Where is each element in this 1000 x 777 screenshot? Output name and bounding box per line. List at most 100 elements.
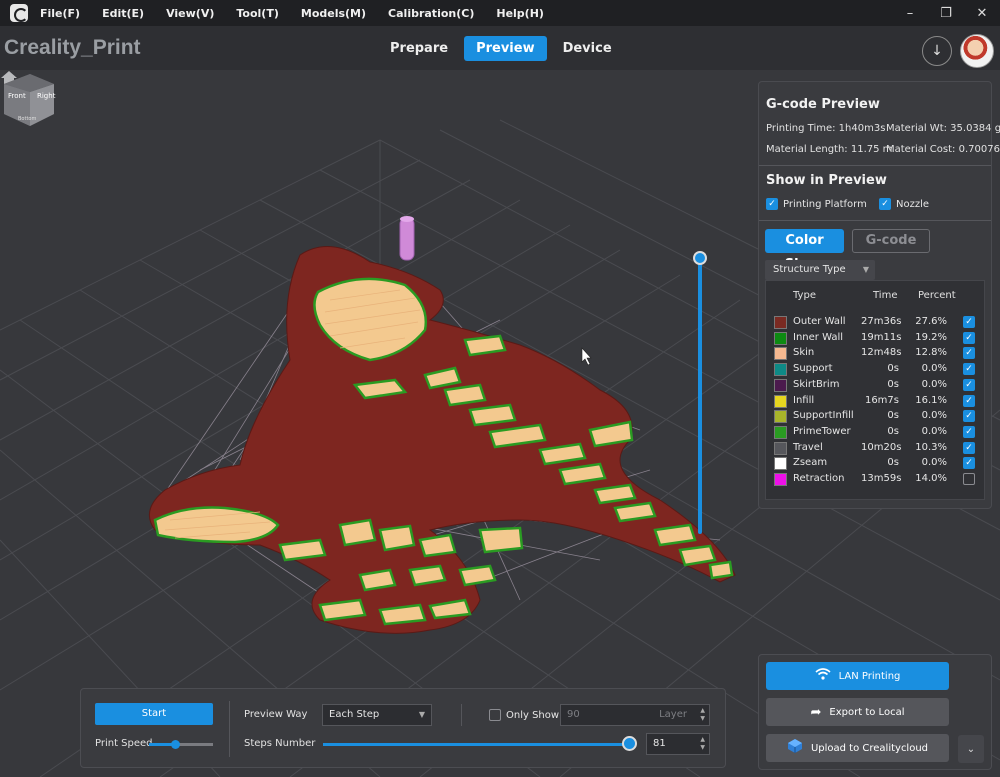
structure-type-time: 12m48s [861, 347, 902, 359]
color-show-button[interactable]: Color Show [765, 229, 844, 272]
layer-slider-track [698, 258, 702, 534]
only-show-checkbox[interactable]: Only Show [489, 709, 559, 721]
menu-models[interactable]: Models(M) [301, 7, 366, 20]
steps-number-value: 81 [653, 738, 666, 749]
color-swatch[interactable] [774, 378, 787, 392]
menu-bar: File(F) Edit(E) View(V) Tool(T) Models(M… [0, 0, 1000, 26]
preview-way-select[interactable]: Each Step ▼ [322, 704, 432, 726]
upload-cloud-button[interactable]: Upload to Crealitycloud [766, 734, 949, 762]
menu-calibration[interactable]: Calibration(C) [388, 7, 474, 20]
view-cube-bottom-label: Bottom [18, 116, 36, 122]
structure-type-time: 13m59s [861, 473, 902, 484]
check-icon[interactable]: ✓ [963, 410, 975, 423]
structure-type-percent: 0.0% [921, 425, 947, 437]
structure-type-name: SupportInfill [793, 410, 854, 422]
steps-slider-track[interactable] [323, 743, 629, 746]
panel-divider [759, 220, 991, 221]
restore-button[interactable]: ❐ [928, 0, 964, 26]
color-swatch[interactable] [774, 347, 787, 361]
menu-help[interactable]: Help(H) [496, 7, 544, 20]
print-speed-handle[interactable] [170, 740, 180, 749]
structure-row: Inner Wall 19m11s 19.2% ✓ [766, 331, 984, 346]
close-button[interactable]: ✕ [964, 0, 1000, 26]
layer-slider-handle[interactable] [693, 251, 707, 265]
window-controls: – ❐ ✕ [892, 0, 1000, 26]
checkbox-icon[interactable] [963, 473, 975, 485]
preview-way-label: Preview Way [244, 709, 308, 720]
main-tabs: Prepare Preview Device [378, 36, 628, 61]
export-local-button[interactable]: ➦ Export to Local [766, 698, 949, 726]
gcode-view-button[interactable]: G-code [852, 229, 930, 253]
check-icon[interactable]: ✓ [963, 457, 975, 470]
color-swatch[interactable] [774, 473, 787, 486]
structure-type-time: 10m20s [861, 441, 902, 453]
printing-platform-checkbox[interactable]: ✓ Printing Platform [766, 198, 867, 210]
chevron-down-icon[interactable]: ⌄ [958, 735, 984, 763]
structure-type-value: Structure Type [773, 264, 846, 275]
layer-unit-label: Layer [659, 709, 687, 720]
stepper-arrows-icon[interactable]: ▲ ▼ [700, 707, 705, 723]
structure-type-percent: 0.0% [921, 457, 947, 469]
checkbox-icon [489, 709, 501, 721]
menu-edit[interactable]: Edit(E) [102, 7, 144, 20]
gcode-preview-panel: G-code Preview Printing Time: 1h40m3s Ma… [758, 81, 1000, 509]
color-swatch[interactable] [774, 363, 787, 377]
column-header-percent: Percent [918, 290, 956, 301]
nozzle-checkbox[interactable]: ✓ Nozzle [879, 198, 929, 210]
structure-type-percent: 0.0% [921, 378, 947, 390]
structure-type-time: 0s [887, 410, 899, 422]
check-icon[interactable]: ✓ [963, 425, 975, 438]
color-swatch[interactable] [774, 316, 787, 329]
layer-number-field[interactable]: 90 Layer ▲ ▼ [560, 704, 710, 726]
minimize-button[interactable]: – [892, 0, 928, 26]
steps-slider-handle[interactable] [622, 736, 637, 751]
structure-type-name: Support [793, 363, 833, 375]
structure-type-name: Inner Wall [793, 331, 843, 343]
lan-printing-button[interactable]: LAN Printing [766, 662, 949, 690]
tab-device[interactable]: Device [551, 36, 624, 61]
color-swatch[interactable] [774, 394, 787, 408]
check-icon[interactable]: ✓ [963, 378, 975, 391]
menu-file[interactable]: File(F) [40, 7, 80, 20]
structure-type-time: 0s [887, 457, 899, 469]
structure-type-time: 27m36s [861, 316, 902, 327]
view-cube[interactable]: Front Right Bottom [0, 70, 58, 128]
tab-prepare[interactable]: Prepare [378, 36, 460, 61]
color-swatch[interactable] [774, 425, 787, 439]
print-speed-slider[interactable] [149, 740, 213, 749]
check-icon[interactable]: ✓ [963, 331, 975, 344]
color-swatch[interactable] [774, 457, 787, 471]
color-swatch[interactable] [774, 410, 787, 424]
steps-number-field[interactable]: 81 ▲ ▼ [646, 733, 710, 755]
stepper-arrows-icon[interactable]: ▲ ▼ [700, 736, 705, 752]
check-icon[interactable]: ✓ [963, 441, 975, 454]
download-icon[interactable]: ↓ [922, 36, 952, 66]
menu-tool[interactable]: Tool(T) [236, 7, 279, 20]
check-icon: ✓ [879, 198, 891, 210]
start-button[interactable]: Start [95, 703, 213, 725]
structure-row: Travel 10m20s 10.3% ✓ [766, 441, 984, 456]
structure-type-time: 0s [887, 425, 899, 437]
structure-type-select[interactable]: Structure Type ▼ [765, 260, 875, 280]
menu-view[interactable]: View(V) [166, 7, 214, 20]
color-swatch[interactable] [774, 331, 787, 345]
check-icon[interactable]: ✓ [963, 347, 975, 360]
check-icon[interactable]: ✓ [963, 316, 975, 328]
export-actions-panel: LAN Printing ➦ Export to Local Upload to… [758, 654, 992, 770]
structure-type-name: Travel [793, 441, 823, 453]
structure-type-name: Infill [793, 394, 815, 406]
structure-type-time: 16m7s [864, 394, 899, 406]
structure-row: SkirtBrim 0s 0.0% ✓ [766, 378, 984, 393]
check-icon[interactable]: ✓ [963, 363, 975, 376]
structure-row: Skin 12m48s 12.8% ✓ [766, 346, 984, 361]
chevron-down-icon: ▼ [418, 710, 425, 719]
color-swatch[interactable] [774, 441, 787, 455]
tab-preview[interactable]: Preview [464, 36, 547, 61]
material-weight: Material Wt: 35.0384 g [886, 123, 1000, 134]
check-icon[interactable]: ✓ [963, 394, 975, 407]
mouse-cursor-icon [581, 347, 592, 366]
avatar[interactable] [960, 34, 994, 68]
layer-slider[interactable] [693, 250, 707, 534]
print-speed-label: Print Speed [95, 738, 153, 749]
lan-printing-label: LAN Printing [838, 670, 901, 682]
